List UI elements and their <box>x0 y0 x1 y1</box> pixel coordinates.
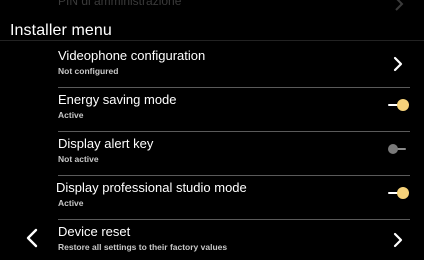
display-alert-key-toggle[interactable] <box>388 142 408 156</box>
energy-saving-mode-status: Active <box>58 110 84 120</box>
list-item-display-alert-key[interactable]: Display alert key Not active <box>58 136 410 176</box>
page-title: Installer menu <box>10 22 112 39</box>
row-divider <box>58 130 410 132</box>
list-item-device-reset[interactable]: Device reset Restore all settings to the… <box>58 224 410 260</box>
toggle-knob <box>397 99 409 111</box>
energy-saving-mode-toggle[interactable] <box>388 98 409 112</box>
row-divider <box>58 218 410 220</box>
display-professional-studio-mode-toggle[interactable] <box>388 186 409 200</box>
row-divider <box>58 86 410 88</box>
list-item-energy-saving-mode[interactable]: Energy saving mode Active <box>58 92 410 132</box>
videophone-configuration-status: Not configured <box>58 66 119 76</box>
list-item-videophone-configuration[interactable]: Videophone configuration Not configured <box>58 48 410 88</box>
chevron-right-icon <box>395 0 404 11</box>
chevron-right-icon[interactable] <box>392 232 404 248</box>
display-professional-studio-mode-status: Active <box>58 198 84 208</box>
device-reset-status: Restore all settings to their factory va… <box>58 242 228 252</box>
toggle-knob <box>397 187 409 199</box>
back-button[interactable] <box>22 226 42 250</box>
device-reset-label: Device reset <box>58 224 131 239</box>
display-professional-studio-mode-label: Display professional studio mode <box>56 180 247 195</box>
videophone-configuration-label: Videophone configuration <box>58 48 206 63</box>
admin-pin-label: PIN di amministrazione <box>58 0 182 8</box>
chevron-right-icon[interactable] <box>392 56 404 72</box>
display-alert-key-status: Not active <box>58 154 99 164</box>
title-divider <box>0 40 424 41</box>
display-alert-key-label: Display alert key <box>58 136 154 151</box>
list-item-display-professional-studio-mode[interactable]: Display professional studio mode Active <box>56 180 410 220</box>
energy-saving-mode-label: Energy saving mode <box>58 92 177 107</box>
row-divider <box>58 174 410 176</box>
toggle-knob <box>388 144 398 154</box>
list-item-admin-pin: PIN di amministrazione <box>58 0 408 14</box>
